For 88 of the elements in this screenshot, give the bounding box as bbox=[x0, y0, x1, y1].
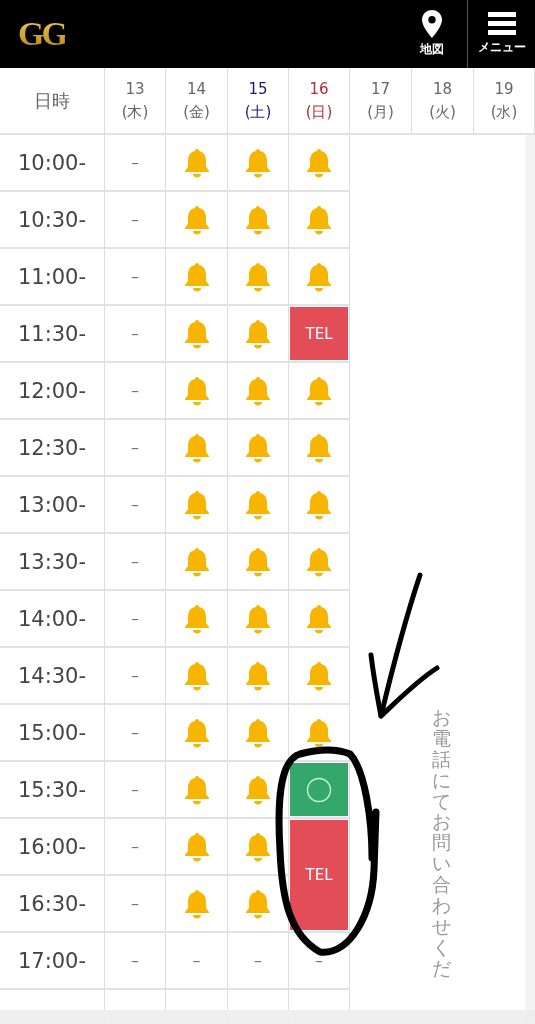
time-label: 10:30- bbox=[17, 207, 87, 232]
unavailable-dash: – bbox=[315, 951, 323, 970]
bell-icon bbox=[306, 489, 332, 520]
menu-button[interactable]: メニュー bbox=[467, 0, 535, 68]
bell-icon bbox=[245, 774, 271, 805]
map-pin-icon bbox=[422, 10, 442, 38]
bell-icon bbox=[245, 489, 271, 520]
bell-icon bbox=[245, 603, 271, 634]
bell-icon bbox=[183, 660, 210, 691]
bell-icon bbox=[245, 432, 271, 463]
bell-icon bbox=[306, 546, 332, 577]
unavailable-dash: – bbox=[131, 609, 139, 628]
available-slot[interactable] bbox=[290, 763, 348, 816]
day-header: 15 (土) bbox=[244, 79, 272, 123]
bell-icon bbox=[306, 375, 332, 406]
circle-icon bbox=[306, 776, 332, 803]
bell-icon bbox=[245, 375, 271, 406]
unavailable-dash: – bbox=[131, 210, 139, 229]
day-header: 16 (日) bbox=[305, 79, 333, 123]
unavailable-dash: – bbox=[131, 552, 139, 571]
bell-icon bbox=[183, 375, 210, 406]
time-label: 16:30- bbox=[17, 891, 87, 916]
bell-icon bbox=[306, 261, 332, 292]
bell-icon bbox=[245, 831, 271, 862]
day-header: 18 (火) bbox=[429, 79, 456, 123]
tel-slot[interactable]: TEL bbox=[290, 820, 348, 930]
bell-icon bbox=[183, 546, 210, 577]
bell-icon bbox=[183, 261, 210, 292]
unavailable-dash: – bbox=[131, 324, 139, 343]
bell-icon bbox=[183, 774, 210, 805]
bell-icon bbox=[306, 147, 332, 178]
bell-icon bbox=[183, 318, 210, 349]
unavailable-dash: – bbox=[131, 723, 139, 742]
bell-icon bbox=[183, 204, 210, 235]
bell-icon bbox=[245, 318, 271, 349]
time-label: 16:00- bbox=[17, 834, 87, 859]
unavailable-dash: – bbox=[131, 951, 139, 970]
time-label: 14:30- bbox=[17, 663, 87, 688]
unavailable-dash: – bbox=[192, 951, 201, 970]
bell-icon bbox=[245, 546, 271, 577]
time-label: 10:00- bbox=[17, 150, 87, 175]
map-button[interactable]: 地図 bbox=[397, 10, 467, 58]
bell-icon bbox=[245, 717, 271, 748]
unavailable-dash: – bbox=[131, 153, 139, 172]
bell-icon bbox=[183, 432, 210, 463]
bell-icon bbox=[306, 660, 332, 691]
unavailable-dash: – bbox=[131, 267, 139, 286]
time-label: 12:30- bbox=[17, 435, 87, 460]
day-header: 17 (月) bbox=[367, 79, 394, 123]
unavailable-dash: – bbox=[131, 780, 139, 799]
time-label: 11:00- bbox=[17, 264, 87, 289]
bell-icon bbox=[183, 147, 210, 178]
unavailable-dash: – bbox=[131, 438, 139, 457]
unavailable-dash: – bbox=[131, 666, 139, 685]
unavailable-dash: – bbox=[131, 381, 139, 400]
bell-icon bbox=[183, 831, 210, 862]
column-header: 日時 bbox=[34, 88, 70, 113]
unavailable-dash: – bbox=[131, 837, 139, 856]
unavailable-dash: – bbox=[131, 894, 139, 913]
time-label: 14:00- bbox=[17, 606, 87, 631]
tel-slot[interactable]: TEL bbox=[290, 307, 348, 360]
time-label: 13:30- bbox=[17, 549, 87, 574]
time-label: 11:30- bbox=[17, 321, 87, 346]
bell-icon bbox=[245, 204, 271, 235]
bell-icon bbox=[183, 717, 210, 748]
bell-icon bbox=[245, 261, 271, 292]
bell-icon bbox=[245, 147, 271, 178]
bell-icon bbox=[183, 888, 210, 919]
unavailable-dash: – bbox=[131, 495, 139, 514]
time-label: 15:00- bbox=[17, 720, 87, 745]
unavailable-dash: – bbox=[254, 951, 262, 970]
bell-icon bbox=[183, 489, 210, 520]
time-label: 17:00- bbox=[17, 948, 87, 973]
bell-icon bbox=[306, 717, 332, 748]
time-label: 13:00- bbox=[17, 492, 87, 517]
bell-icon bbox=[306, 204, 332, 235]
bell-icon bbox=[245, 888, 271, 919]
bell-icon bbox=[245, 660, 271, 691]
time-label: 12:00- bbox=[17, 378, 87, 403]
time-label: 15:30- bbox=[17, 777, 87, 802]
day-header: 13 (木) bbox=[121, 79, 149, 123]
day-header: 19 (水) bbox=[490, 79, 518, 123]
bell-icon bbox=[183, 603, 210, 634]
phone-notice: お電話にてお問い合わせくだ bbox=[432, 707, 451, 979]
bell-icon bbox=[306, 432, 332, 463]
day-header: 14 (金) bbox=[183, 79, 210, 123]
menu-icon bbox=[487, 12, 516, 36]
bell-icon bbox=[306, 603, 332, 634]
